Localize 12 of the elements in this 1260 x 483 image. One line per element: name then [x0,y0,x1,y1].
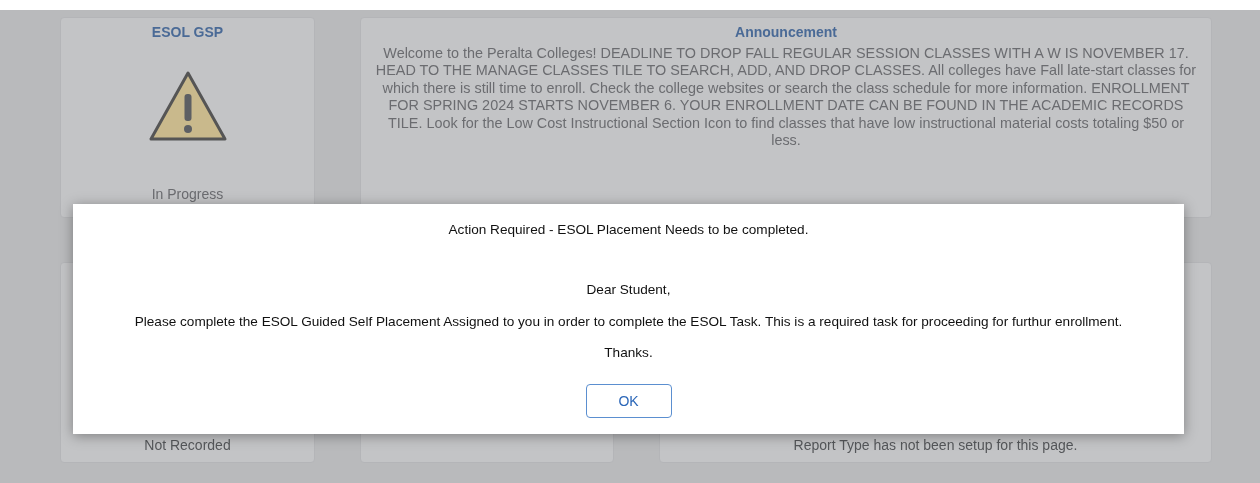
tile-title: ESOL GSP [151,24,224,40]
dialog-title: Action Required - ESOL Placement Needs to be completed. [448,222,809,237]
warning-icon [147,70,228,142]
greeting-text: Dear Student, [586,282,671,297]
tile-footer-text: Report Type has not been setup for this page. [793,437,1078,453]
tile-footer-text: Not Recorded [144,437,231,453]
closing-text: Thanks. [604,345,653,360]
status-text: In Progress [151,186,224,202]
tile-title: Announcement [735,24,837,40]
announcement-text: Welcome to the Peralta Colleges! DEADLINE TO DROP FALL REGULAR SESSION CLASSES WITH A W IS NOVEMBER 17. HEAD TO THE MANAGE CLASSES TILE TO SEARCH, ADD, AND DROP CLASSES. All colleges have Fall late-start classes for which there is still time to enroll. Check the college websites or search the class schedule for more information. ENROLLMENT FOR SPRING 2024 STARTS NOVEMBER 6. YOUR ENROLLMENT DATE CAN BE FOUND IN THE ACADEMIC RECORDS TILE. Look for the Low Cost Instructional Section Icon to find classes that have low instructional material costs totaling $50 or less. [375,45,1197,150]
message-text: Please complete the ESOL Guided Self Placement Assigned to you in order to complete the ESOL Task. This is a required task for proceeding for furthur enrollment. [134,314,1123,329]
ok-button[interactable]: OK [585,384,672,418]
